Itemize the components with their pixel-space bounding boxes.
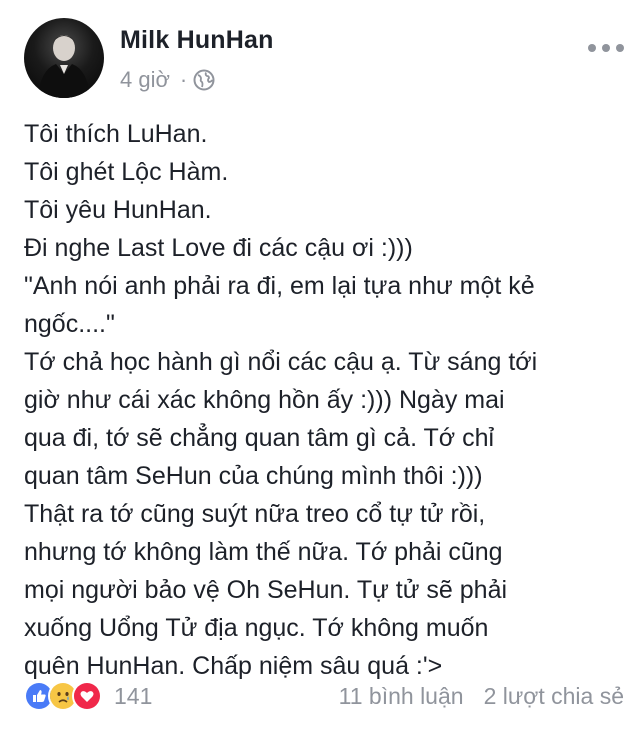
post-text-line: Tôi ghét Lộc Hàm. [24,158,229,186]
post-text-line: xuống Uổng Tử địa ngục. Tớ không muốn [24,614,489,642]
reactions-summary[interactable]: 141 [24,681,152,711]
more-options-icon[interactable] [588,38,624,58]
post-meta: 4 giờ · [120,66,215,94]
post-header: Milk HunHan 4 giờ · [24,18,624,98]
post-footer: 141 11 bình luận 2 lượt chia sẻ [24,676,624,716]
reaction-count: 141 [114,682,153,709]
post-text: Tôi thích LuHan. Tôi ghét Lộc Hàm. Tôi y… [24,115,624,685]
post-text-line: giờ như cái xác không hồn ấy :))) Ngày m… [24,386,505,414]
shares-link[interactable]: 2 lượt chia sẻ [484,683,624,710]
post-text-line: Tôi thích LuHan. [24,120,208,148]
post-text-line: ngốc...." [24,310,115,338]
love-icon [72,681,102,711]
post-text-line: Đi nghe Last Love đi các cậu ơi :))) [24,234,413,262]
post-text-line: nhưng tớ không làm thế nữa. Tớ phải cũng [24,538,503,566]
more-dot [588,44,596,52]
meta-separator: · [179,67,188,92]
author-name[interactable]: Milk HunHan [120,26,274,55]
post-text-line: "Anh nói anh phải ra đi, em lại tựa như … [24,272,535,300]
avatar[interactable] [24,18,104,98]
post-text-line: mọi người bảo vệ Oh SeHun. Tự tử sẽ phải [24,576,508,604]
more-dot [616,44,624,52]
post-text-line: Tớ chả học hành gì nổi các cậu ạ. Từ sán… [24,348,538,376]
post-text-line: Thật ra tớ cũng suýt nữa treo cổ tự tử r… [24,500,486,528]
comments-link[interactable]: 11 bình luận [339,683,464,710]
post-text-line: quan tâm SeHun của chúng mình thôi :))) [24,462,483,490]
more-dot [602,44,610,52]
post-timestamp[interactable]: 4 giờ [120,67,170,93]
post-text-line: qua đi, tớ sẽ chẳng quan tâm gì cả. Tớ c… [24,424,495,452]
post-text-line: Tôi yêu HunHan. [24,196,212,224]
avatar-figure-icon [38,35,90,98]
facebook-post: Milk HunHan 4 giờ · Tôi thích LuHan. Tôi… [0,0,640,736]
globe-icon[interactable] [193,69,215,91]
